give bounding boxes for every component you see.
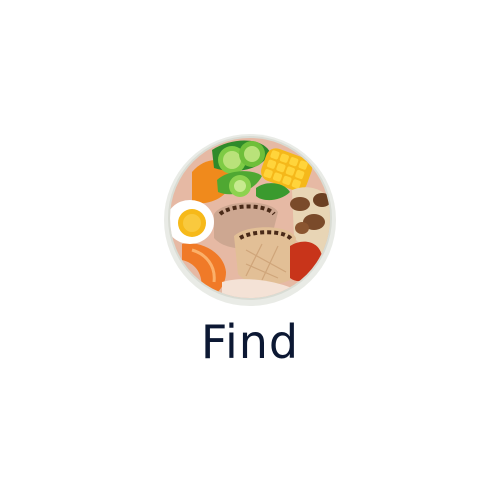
app-name: Find xyxy=(200,315,300,369)
splash-screen: Find xyxy=(0,0,500,500)
food-bowl-icon xyxy=(162,132,338,308)
